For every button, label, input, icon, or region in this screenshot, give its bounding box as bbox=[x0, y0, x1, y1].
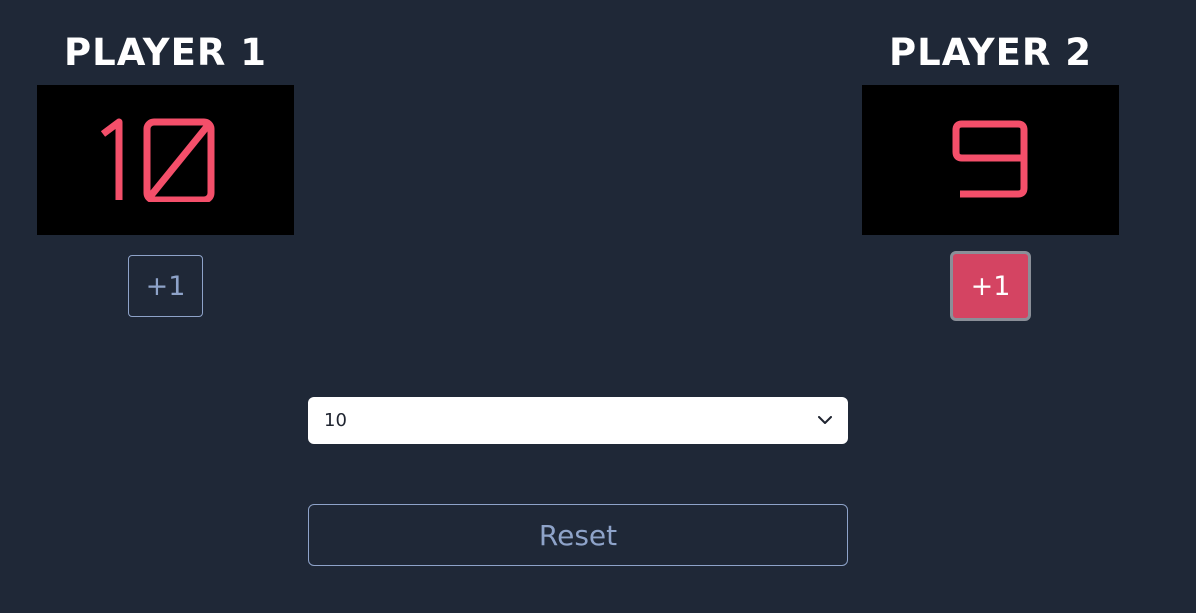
player-2-score-digits bbox=[952, 120, 1027, 198]
player-1-panel: PLAYER 1 10 +1 bbox=[37, 30, 294, 317]
player-2-panel: PLAYER 2 9 +1 bbox=[862, 30, 1119, 321]
player-2-increment-button[interactable]: +1 bbox=[950, 251, 1031, 321]
chevron-down-icon bbox=[818, 416, 832, 424]
scorekeeper-app: PLAYER 1 10 +1 PLAYER 2 9 +1 10 R bbox=[0, 0, 1196, 613]
player-2-score-display: 9 bbox=[862, 85, 1119, 235]
player-1-score-digits bbox=[100, 118, 214, 202]
winning-score-select[interactable]: 10 bbox=[308, 397, 848, 444]
player-1-increment-button[interactable]: +1 bbox=[128, 255, 203, 317]
player-1-score-display: 10 bbox=[37, 85, 294, 235]
winning-score-value: 10 bbox=[324, 410, 347, 431]
player-1-title: PLAYER 1 bbox=[64, 31, 267, 74]
player-2-title: PLAYER 2 bbox=[889, 31, 1092, 74]
reset-button[interactable]: Reset bbox=[308, 504, 848, 566]
